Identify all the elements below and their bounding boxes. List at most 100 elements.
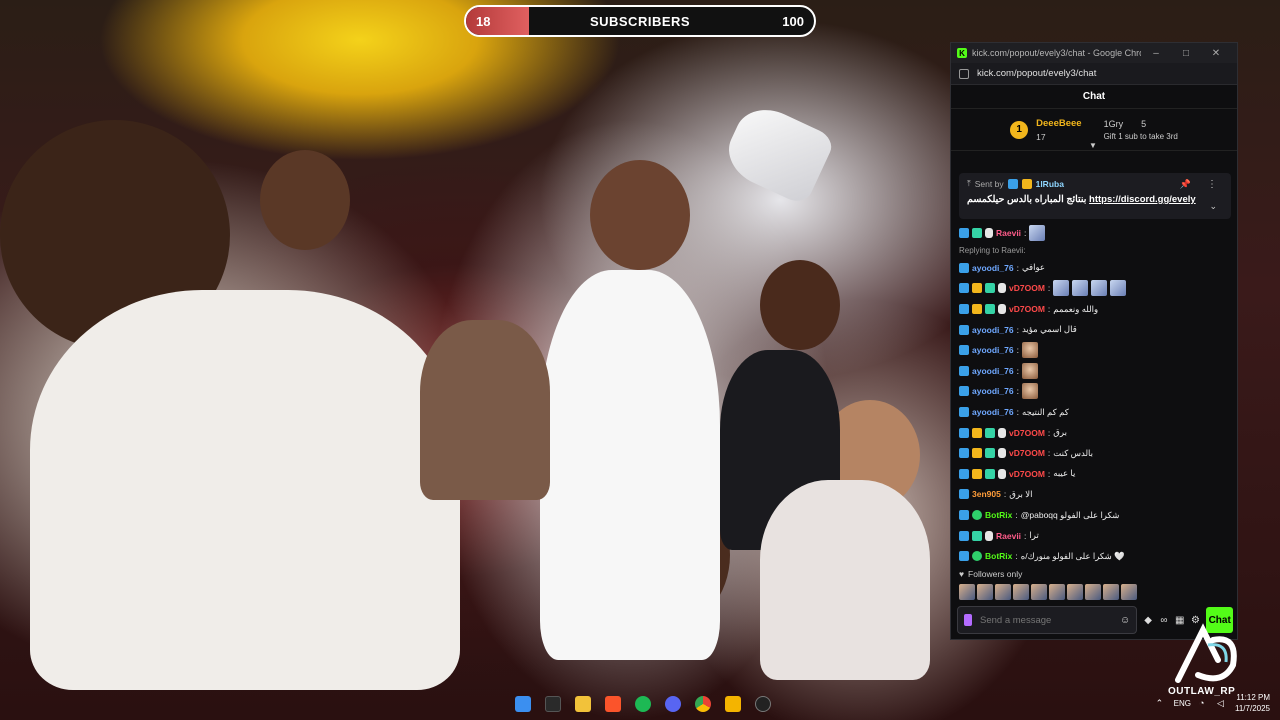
- chat-username[interactable]: ayoodi_76: [972, 263, 1014, 273]
- obs-icon[interactable]: [755, 696, 771, 712]
- kick-logo-icon: K: [957, 48, 967, 58]
- kick-emote-icon[interactable]: [964, 614, 972, 626]
- quick-emote[interactable]: [959, 584, 975, 600]
- chat-message[interactable]: vD7OOM: بالدس كنت: [959, 443, 1231, 464]
- quick-emote[interactable]: [1121, 584, 1137, 600]
- pin-sender-icon: ⤒: [967, 178, 971, 188]
- chat-message[interactable]: Raevii: ترا: [959, 525, 1231, 546]
- separator: :: [1047, 427, 1051, 438]
- pinned-sender-name[interactable]: 1lRuba: [1036, 179, 1064, 189]
- expand-chevron-icon[interactable]: ▼: [1089, 141, 1097, 150]
- volume-icon[interactable]: ◁: [1217, 698, 1227, 708]
- chat-message[interactable]: vD7OOM: برق: [959, 422, 1231, 443]
- chat-username[interactable]: ayoodi_76: [972, 325, 1014, 335]
- crowd-person: [260, 150, 350, 250]
- chat-message[interactable]: Raevii:: [959, 223, 1231, 244]
- minimize-button[interactable]: –: [1141, 48, 1171, 59]
- pinned-discord-link[interactable]: https://discord.gg/evely: [1089, 194, 1196, 205]
- chat-username[interactable]: ayoodi_76: [972, 407, 1014, 417]
- chat-username[interactable]: 3en905: [972, 489, 1001, 499]
- chat-message[interactable]: vD7OOM: والله ونعممم: [959, 299, 1231, 320]
- quick-emote[interactable]: [1031, 584, 1047, 600]
- chat-username[interactable]: vD7OOM: [1009, 448, 1045, 458]
- chat-message-text: @paboqq شكرا على الفولو: [1020, 509, 1120, 520]
- emote-image[interactable]: [1110, 280, 1127, 297]
- chat-username[interactable]: BotRix: [985, 551, 1012, 561]
- chat-message[interactable]: ayoodi_76:: [959, 340, 1231, 361]
- terminal-icon[interactable]: [545, 696, 561, 712]
- chat-message[interactable]: BotRix: @paboqq شكرا على الفولو: [959, 505, 1231, 526]
- emote-quick-bar: [959, 584, 1231, 600]
- address-bar[interactable]: kick.com/popout/evely3/chat: [951, 63, 1237, 85]
- brave-browser-icon[interactable]: [605, 696, 621, 712]
- chrome-icon[interactable]: [695, 696, 711, 712]
- subscriber-badge-icon: [985, 304, 995, 315]
- emote-image[interactable]: [1021, 342, 1038, 359]
- file-explorer-icon[interactable]: [575, 696, 591, 712]
- chevron-down-icon[interactable]: ⌄: [1209, 201, 1217, 212]
- pin-icon[interactable]: 📌: [1180, 179, 1191, 190]
- quick-emote[interactable]: [1013, 584, 1029, 600]
- spotify-icon[interactable]: [635, 696, 651, 712]
- chat-username[interactable]: Raevii: [996, 228, 1021, 238]
- badge-icon: [1007, 178, 1018, 189]
- chat-message-list[interactable]: Raevii: Replying to Raevii: ayoodi_76: عواف…: [959, 223, 1231, 565]
- emote-image[interactable]: [1021, 362, 1038, 379]
- emote-image[interactable]: [1091, 280, 1108, 297]
- chat-message[interactable]: ayoodi_76: كم كم النتيجه: [959, 402, 1231, 423]
- reply-context[interactable]: Replying to Raevii:: [959, 244, 1231, 258]
- quick-emote[interactable]: [1085, 584, 1101, 600]
- chevron-up-icon[interactable]: ⌃: [1156, 698, 1166, 708]
- chat-message[interactable]: ayoodi_76: عوافي: [959, 258, 1231, 279]
- chat-username[interactable]: ayoodi_76: [972, 366, 1014, 376]
- gift-leaderboard[interactable]: 1 DeeeBeee 17 1Gry 5 Gift 1 sub to take …: [951, 109, 1237, 151]
- quick-emote[interactable]: [995, 584, 1011, 600]
- chat-username[interactable]: vD7OOM: [1009, 304, 1045, 314]
- chat-username[interactable]: BotRix: [985, 510, 1012, 520]
- discord-icon[interactable]: [665, 696, 681, 712]
- chat-message-input[interactable]: [980, 614, 1112, 626]
- chat-message[interactable]: ayoodi_76: قال اسمي مؤيد: [959, 319, 1231, 340]
- emote-image[interactable]: [1029, 225, 1046, 242]
- chat-username[interactable]: ayoodi_76: [972, 345, 1014, 355]
- emote-image[interactable]: [1072, 280, 1089, 297]
- quick-emote[interactable]: [1049, 584, 1065, 600]
- points-icon[interactable]: ◆: [1143, 615, 1153, 626]
- more-options-icon[interactable]: ⋮: [1207, 179, 1217, 190]
- emote-image[interactable]: [1021, 383, 1038, 400]
- chat-message[interactable]: BotRix: شكرا على الفولو منورك/ه 🤍: [959, 546, 1231, 565]
- emote-image[interactable]: [1053, 280, 1070, 297]
- window-titlebar[interactable]: K kick.com/popout/evely3/chat - Google C…: [951, 43, 1237, 63]
- close-button[interactable]: ✕: [1201, 48, 1231, 59]
- wifi-icon[interactable]: ◔: [1199, 698, 1209, 708]
- chat-username[interactable]: Raevii: [996, 531, 1021, 541]
- quick-emote[interactable]: [977, 584, 993, 600]
- clock[interactable]: 11:12 PM 11/7/2025: [1235, 692, 1270, 714]
- chat-message[interactable]: ayoodi_76:: [959, 361, 1231, 382]
- chat-username[interactable]: vD7OOM: [1009, 428, 1045, 438]
- start-windows-icon[interactable]: [515, 696, 531, 712]
- quick-emote[interactable]: [1103, 584, 1119, 600]
- chat-message[interactable]: vD7OOM: يا عيبه: [959, 464, 1231, 485]
- separator: :: [1016, 386, 1019, 397]
- reply-text: Replying to Raevii:: [959, 246, 1026, 256]
- language-indicator[interactable]: ENG: [1174, 699, 1191, 708]
- app-icon[interactable]: [725, 696, 741, 712]
- verified-badge-icon: [972, 510, 982, 521]
- crown-badge-icon: [972, 468, 982, 479]
- chat-message-text: برق: [1053, 427, 1067, 438]
- chat-username[interactable]: ayoodi_76: [972, 386, 1014, 396]
- chat-username[interactable]: vD7OOM: [1009, 283, 1045, 293]
- site-info-icon[interactable]: [959, 68, 969, 79]
- chat-message[interactable]: ayoodi_76:: [959, 381, 1231, 402]
- chat-message[interactable]: 3en905: الا برق: [959, 484, 1231, 505]
- emoji-icon[interactable]: ☺: [1120, 615, 1130, 626]
- chat-username[interactable]: vD7OOM: [1009, 469, 1045, 479]
- chat-message[interactable]: vD7OOM:: [959, 278, 1231, 299]
- message-box[interactable]: ☺: [957, 606, 1138, 634]
- top-gifter-count: 17: [1036, 131, 1046, 142]
- gift-prompt: Gift 1 sub to take 3rd: [1103, 131, 1178, 141]
- quick-emote[interactable]: [1067, 584, 1083, 600]
- maximize-button[interactable]: □: [1171, 48, 1201, 59]
- rank-badge: 1: [1010, 120, 1029, 139]
